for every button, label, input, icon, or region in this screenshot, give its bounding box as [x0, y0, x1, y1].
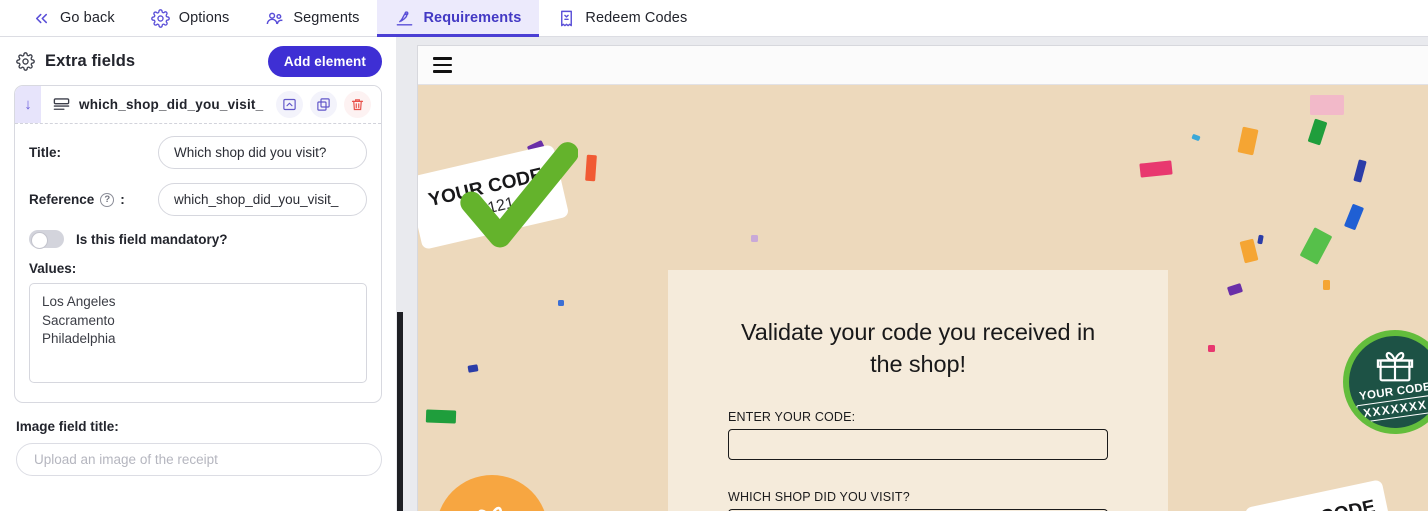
confetti-piece	[1353, 159, 1367, 183]
confetti-piece	[1226, 283, 1244, 296]
preview-frame: YOUR CODE ejo121 YOUR CODE XXXXXXX Valid…	[417, 45, 1428, 511]
reference-field-row: Reference ? :	[29, 183, 367, 216]
title-field-row: Title:	[29, 136, 367, 169]
reference-label: Reference ? :	[29, 192, 158, 207]
trash-icon[interactable]	[344, 91, 371, 118]
element-card-body: Title: Reference ? : Is this field manda…	[15, 124, 381, 402]
confetti-piece	[467, 364, 479, 373]
nav-item-segments[interactable]: Segments	[247, 0, 377, 36]
left-panel-scrollbar-thumb[interactable]	[397, 312, 403, 511]
nav-item-go-back[interactable]: Go back	[14, 0, 133, 36]
reference-input[interactable]	[158, 183, 367, 216]
confetti-piece	[751, 235, 758, 242]
offer-heading: Validate your code you received in the s…	[740, 319, 1096, 378]
down-arrow-icon: ↓	[24, 96, 32, 113]
duplicate-icon[interactable]	[310, 91, 337, 118]
page-title: Extra fields	[45, 51, 136, 70]
top-navigation: Go back Options Segments Requirements Re…	[0, 0, 1428, 37]
confetti-piece	[1237, 126, 1259, 156]
sticker-your-code-badge: YOUR CODE XXXXXXX	[1343, 330, 1428, 434]
element-actions	[276, 91, 381, 118]
confetti-piece	[425, 409, 457, 424]
signature-icon	[395, 9, 414, 28]
nav-label: Redeem Codes	[585, 10, 688, 26]
preview-topbar	[418, 46, 1428, 85]
extra-fields-panel: Extra fields Add element ↓ which_shop_di…	[0, 37, 396, 511]
title-input[interactable]	[158, 136, 367, 169]
panel-header: Extra fields Add element	[0, 37, 396, 85]
people-icon	[265, 9, 284, 28]
gift-box-icon	[1376, 351, 1414, 381]
confetti-piece	[1191, 133, 1201, 142]
collapse-icon[interactable]	[276, 91, 303, 118]
green-check-icon	[460, 142, 578, 248]
confetti-piece	[1239, 238, 1259, 264]
mandatory-toggle-row: Is this field mandatory?	[29, 230, 367, 249]
code-field-label: ENTER YOUR CODE:	[728, 410, 856, 425]
confetti-piece	[558, 300, 564, 306]
confetti-piece	[1299, 227, 1333, 265]
confetti-piece	[1257, 234, 1264, 245]
element-name: which_shop_did_you_visit_	[79, 97, 264, 112]
preview-body: YOUR CODE ejo121 YOUR CODE XXXXXXX Valid…	[418, 85, 1428, 511]
nav-label: Requirements	[423, 10, 522, 26]
values-textarea[interactable]: Los Angeles Sacramento Philadelphia	[29, 283, 367, 383]
confetti-piece	[1323, 280, 1330, 290]
title-label: Title:	[29, 145, 62, 160]
element-card: ↓ which_shop_did_you_visit_ Title: Which…	[14, 85, 382, 403]
ticket-icon	[557, 9, 576, 28]
add-element-button[interactable]: Add element	[267, 45, 382, 77]
confetti-piece	[1310, 95, 1344, 115]
sticker-orange-gift	[436, 475, 548, 511]
sticker-your-code-bottom: YOUR CODE abc	[1244, 479, 1396, 511]
image-field-input[interactable]	[16, 443, 382, 476]
dropdown-field-icon	[52, 95, 71, 114]
nav-item-options[interactable]: Options	[133, 0, 248, 36]
gift-box-icon	[477, 506, 503, 511]
gear-icon	[150, 8, 170, 28]
image-field-label: Image field title:	[16, 419, 119, 434]
mandatory-label: Is this field mandatory?	[76, 231, 228, 247]
confetti-piece	[585, 154, 597, 182]
confetti-piece	[1343, 203, 1365, 231]
reference-label-text: Reference	[29, 192, 95, 207]
gear-icon	[16, 51, 35, 71]
drag-handle[interactable]: ↓	[15, 86, 41, 123]
nav-label: Options	[178, 10, 230, 26]
code-input[interactable]	[728, 429, 1108, 461]
confetti-piece	[1139, 160, 1173, 178]
chevrons-left-icon	[32, 9, 51, 28]
hamburger-menu-icon[interactable]	[433, 53, 452, 76]
nav-label: Go back	[60, 10, 115, 26]
image-field-section: Image field title:	[0, 403, 396, 476]
shop-field-label: WHICH SHOP DID YOU VISIT?	[728, 490, 910, 505]
reference-colon: :	[120, 192, 125, 207]
question-mark-icon[interactable]: ?	[100, 192, 115, 207]
nav-item-requirements[interactable]: Requirements	[377, 0, 540, 37]
nav-label: Segments	[293, 10, 360, 26]
mandatory-toggle[interactable]	[29, 230, 64, 249]
nav-item-redeem-codes[interactable]: Redeem Codes	[539, 0, 705, 36]
preview-pane: YOUR CODE ejo121 YOUR CODE XXXXXXX Valid…	[410, 37, 1428, 511]
confetti-piece	[1208, 345, 1215, 352]
offer-card: Validate your code you received in the s…	[668, 270, 1168, 511]
element-card-header: ↓ which_shop_did_you_visit_	[15, 86, 381, 124]
sticker-title: YOUR CODE	[1259, 496, 1378, 511]
values-label: Values:	[29, 261, 77, 276]
confetti-piece	[1307, 118, 1328, 146]
